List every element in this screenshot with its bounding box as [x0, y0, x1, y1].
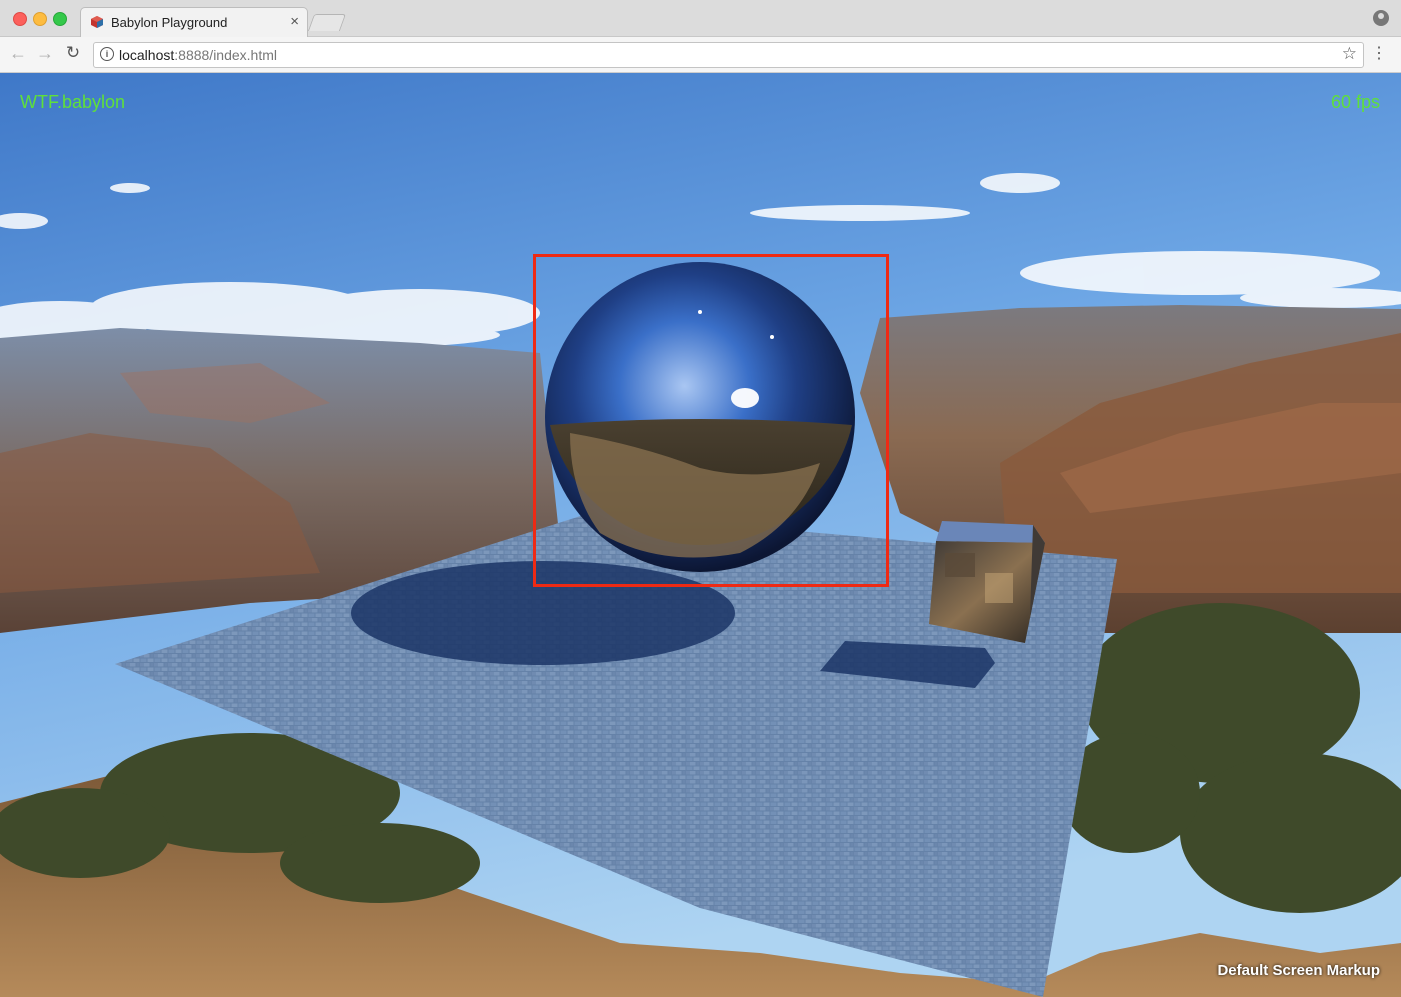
screen-markup-label: Default Screen Markup [1217, 962, 1380, 979]
new-tab-button[interactable] [307, 14, 347, 31]
back-arrow-icon[interactable]: ← [8, 43, 28, 64]
minimize-window-button[interactable] [33, 12, 47, 26]
chrome-cube [929, 521, 1045, 643]
babylon-canvas[interactable]: WTF.babylon 60 fps Default Screen Markup [0, 73, 1401, 997]
tab-title: Babylon Playground [111, 15, 228, 30]
tab-close-icon[interactable]: × [290, 13, 299, 30]
fps-counter: 60 fps [1330, 92, 1380, 112]
scene-file-label: WTF.babylon [20, 92, 126, 112]
url-text[interactable]: localhost:8888/index.html [119, 47, 277, 63]
url-host: localhost [119, 47, 175, 63]
address-bar[interactable]: i localhost:8888/index.html ☆ [93, 42, 1364, 68]
maximize-window-button[interactable] [53, 12, 67, 26]
bookmark-star-icon[interactable]: ☆ [1342, 44, 1357, 64]
browser-titlebar: Babylon Playground × [0, 0, 1401, 37]
browser-menu-icon[interactable]: ⋮ [1371, 43, 1387, 63]
url-path: :8888/index.html [174, 47, 277, 63]
selection-highlight-box [533, 254, 889, 587]
tab-babylon-playground[interactable]: Babylon Playground × [80, 7, 308, 37]
forward-arrow-icon[interactable]: → [35, 43, 55, 64]
babylon-logo-icon [91, 16, 103, 28]
close-window-button[interactable] [13, 12, 27, 26]
site-info-icon[interactable]: i [100, 47, 114, 61]
browser-toolbar: ← → ↻ i localhost:8888/index.html ☆ ⋮ [0, 37, 1401, 73]
profile-icon[interactable] [1373, 10, 1389, 26]
reload-icon[interactable]: ↻ [63, 43, 83, 63]
